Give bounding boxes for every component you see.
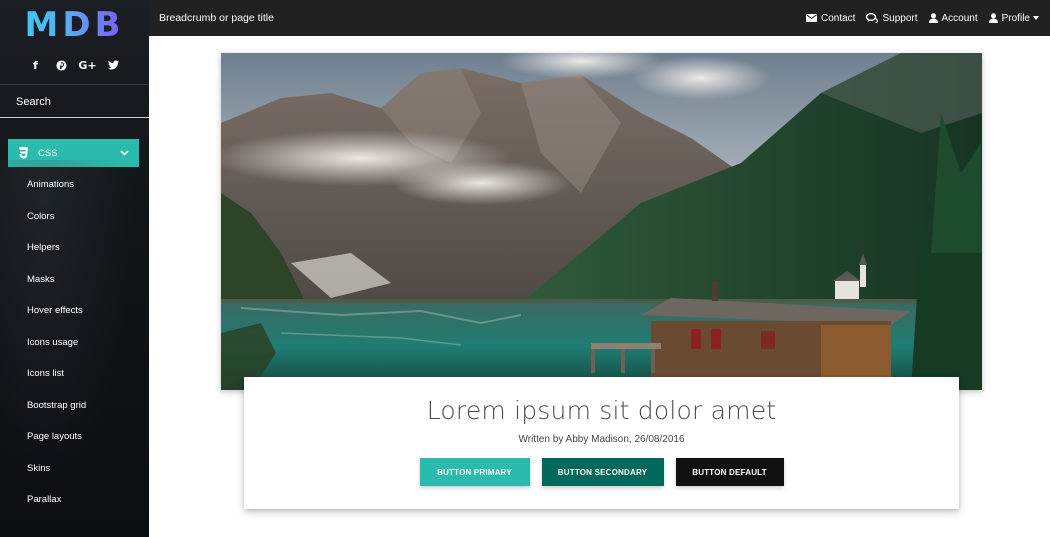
sidebar: MDB f G+ CSS Animations Colors Helpers M… bbox=[0, 0, 149, 537]
sidebar-item-animations[interactable]: Animations bbox=[0, 169, 149, 201]
hero-image bbox=[221, 53, 982, 390]
default-button[interactable]: BUTTON DEFAULT bbox=[675, 458, 784, 486]
post-meta: Written by Abby Madison, 26/08/2016 bbox=[518, 434, 685, 445]
sidebar-item-label: Helpers bbox=[27, 242, 60, 254]
google-plus-icon[interactable]: G+ bbox=[78, 58, 96, 72]
navbar-links: Contact Support Account Profile bbox=[806, 13, 1039, 24]
nav-link-account[interactable]: Account bbox=[928, 12, 978, 24]
sidebar-item-label: Icons list bbox=[27, 368, 64, 380]
sidebar-item-colors[interactable]: Colors bbox=[0, 201, 149, 233]
pinterest-icon[interactable] bbox=[55, 58, 69, 72]
sidebar-item-label: Skins bbox=[27, 462, 51, 474]
nav-link-contact[interactable]: Contact bbox=[806, 13, 855, 24]
social-links: f G+ bbox=[0, 58, 149, 76]
sidebar-item-page-layouts[interactable]: Page layouts bbox=[0, 421, 149, 453]
top-navbar: Breadcrumb or page title Contact Support… bbox=[149, 0, 1050, 36]
logo-text: MDB bbox=[24, 5, 125, 45]
nav-link-label: Account bbox=[941, 12, 978, 24]
secondary-button[interactable]: BUTTON SECONDARY bbox=[541, 458, 664, 486]
sidebar-item-skins[interactable]: Skins bbox=[0, 453, 149, 485]
css3-icon bbox=[18, 147, 30, 159]
sidebar-item-label: Hover effects bbox=[27, 305, 83, 317]
envelope-icon bbox=[806, 14, 817, 22]
sidebar-divider bbox=[0, 84, 149, 85]
twitter-icon[interactable] bbox=[107, 58, 121, 72]
sidebar-section-css[interactable]: CSS bbox=[8, 139, 139, 167]
sidebar-item-label: Animations bbox=[27, 179, 74, 191]
nav-link-profile[interactable]: Profile bbox=[988, 12, 1039, 24]
comments-icon bbox=[866, 13, 879, 23]
nav-link-label: Profile bbox=[1001, 12, 1030, 24]
sidebar-item-label: Colors bbox=[27, 210, 55, 222]
chevron-down-icon bbox=[120, 148, 129, 158]
search-input[interactable] bbox=[0, 86, 149, 118]
sidebar-section-label: CSS bbox=[38, 147, 58, 159]
user-icon bbox=[988, 13, 998, 23]
sidebar-item-parallax[interactable]: Parallax bbox=[0, 484, 149, 516]
breadcrumb: Breadcrumb or page title bbox=[159, 12, 274, 24]
facebook-icon[interactable]: f bbox=[29, 58, 43, 72]
caret-down-icon bbox=[1033, 16, 1039, 20]
sidebar-item-label: Icons usage bbox=[27, 336, 79, 348]
sidebar-item-icons-list[interactable]: Icons list bbox=[0, 358, 149, 390]
sidebar-item-icons-usage[interactable]: Icons usage bbox=[0, 327, 149, 359]
post-card: Lorem ipsum sit dolor amet Written by Ab… bbox=[244, 377, 959, 509]
sidebar-item-helpers[interactable]: Helpers bbox=[0, 232, 149, 264]
sidebar-item-label: Masks bbox=[27, 273, 55, 285]
sidebar-item-label: Bootstrap grid bbox=[27, 399, 87, 411]
nav-link-support[interactable]: Support bbox=[866, 12, 918, 24]
sidebar-item-label: Page layouts bbox=[27, 431, 82, 443]
primary-button[interactable]: BUTTON PRIMARY bbox=[419, 458, 530, 486]
button-group: BUTTON PRIMARY BUTTON SECONDARY BUTTON D… bbox=[244, 458, 959, 486]
post-title: Lorem ipsum sit dolor amet bbox=[426, 396, 777, 425]
user-icon bbox=[928, 13, 938, 23]
sidebar-menu: Animations Colors Helpers Masks Hover ef… bbox=[0, 169, 149, 516]
nav-link-label: Contact bbox=[821, 12, 856, 24]
sidebar-item-masks[interactable]: Masks bbox=[0, 264, 149, 296]
nav-link-label: Support bbox=[882, 12, 918, 24]
sidebar-item-hover-effects[interactable]: Hover effects bbox=[0, 295, 149, 327]
logo[interactable]: MDB bbox=[0, 4, 149, 46]
sidebar-item-label: Parallax bbox=[27, 494, 62, 506]
sidebar-item-bootstrap-grid[interactable]: Bootstrap grid bbox=[0, 390, 149, 422]
